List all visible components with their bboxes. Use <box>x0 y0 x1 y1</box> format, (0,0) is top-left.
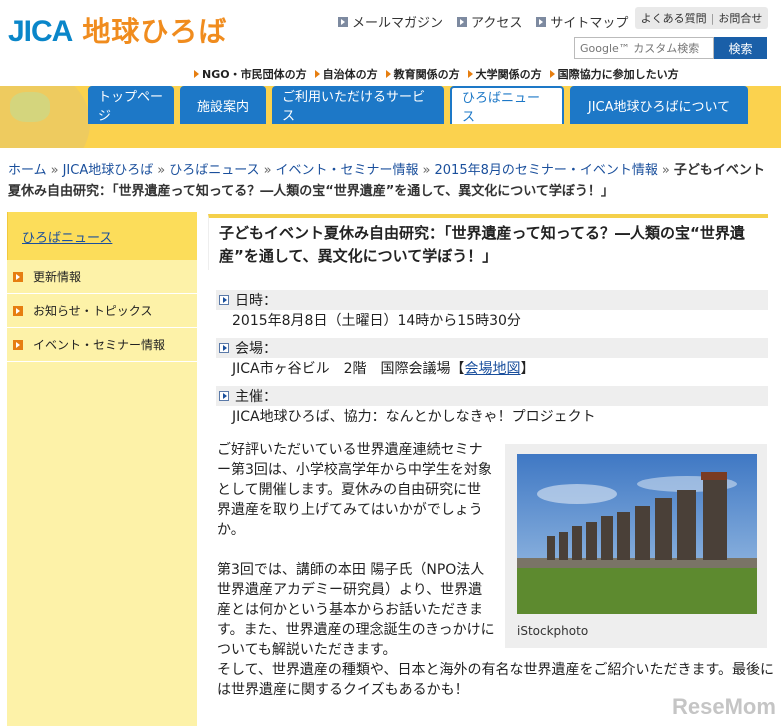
breadcrumb-events[interactable]: イベント・セミナー情報 <box>276 163 419 178</box>
host-value: JICA地球ひろば、協力：なんとかしなきゃ！プロジェクト <box>232 409 596 425</box>
sitemap-link[interactable]: サイトマップ <box>536 12 628 31</box>
breadcrumb-separator: » <box>50 163 59 178</box>
breadcrumb-news[interactable]: ひろばニュース <box>169 163 259 178</box>
audience-ngo[interactable]: NGO・市民団体の方 <box>194 66 307 82</box>
paragraph-2: 第3回では、講師の本田 陽子氏（NPO法人世界遺産アカデミー研究員）より、世界遺… <box>217 562 495 658</box>
breadcrumb-home[interactable]: ホーム <box>8 163 47 178</box>
search-input[interactable] <box>574 37 714 59</box>
triangle-icon <box>194 70 199 78</box>
divider: | <box>710 11 715 25</box>
photo-figure: iStockphoto <box>505 444 767 648</box>
tab-services[interactable]: ご利用いただけるサービス <box>272 86 444 124</box>
breadcrumb-separator: » <box>157 163 166 178</box>
main-nav: トップページ 施設案内 ご利用いただけるサービス ひろばニュース JICA地球ひ… <box>88 86 748 125</box>
venue-map-link[interactable]: 会場地図 <box>465 361 521 377</box>
sidebar-item-topics[interactable]: お知らせ・トピックス <box>7 294 197 328</box>
venue-value: JICA市ヶ谷ビル 2階 国際会議場【会場地図】 <box>232 361 535 377</box>
arrow-icon <box>219 343 229 353</box>
arrow-icon <box>536 16 547 27</box>
help-links: よくある質問 | お問合せ <box>635 7 768 29</box>
arrow-icon <box>338 16 348 27</box>
utility-links: メールマガジン アクセス サイトマップ <box>338 12 628 31</box>
audience-education[interactable]: 教育関係の方 <box>385 66 460 82</box>
host-label: 主催： <box>216 386 768 406</box>
breadcrumb-jica[interactable]: JICA地球ひろば <box>63 163 154 178</box>
venue-label: 会場： <box>216 338 768 358</box>
moai-photo <box>517 454 757 614</box>
audience-university[interactable]: 大学関係の方 <box>467 66 542 82</box>
resemom-watermark: ReseMom <box>672 694 776 719</box>
faq-link[interactable]: よくある質問 <box>641 10 707 26</box>
photo-caption: iStockphoto <box>517 624 589 638</box>
arrow-icon <box>13 305 23 316</box>
contact-link[interactable]: お問合せ <box>718 10 762 26</box>
paragraph-1: ご好評いただいている世界遺産連続セミナー第3回は、小学校高学年から中学生を対象と… <box>217 442 492 538</box>
article-body: ご好評いただいている世界遺産連続セミナー第3回は、小学校高学年から中学生を対象と… <box>217 440 495 660</box>
tab-top[interactable]: トップページ <box>88 86 174 124</box>
arrow-icon <box>219 295 229 305</box>
arrow-icon <box>13 271 23 282</box>
globe-land-decoration <box>10 92 50 122</box>
arrow-icon <box>13 339 23 350</box>
site-logo[interactable]: JICA 地球ひろば <box>8 10 227 50</box>
date-label: 日時： <box>216 290 768 310</box>
search-button[interactable]: 検索 <box>714 37 767 59</box>
tab-about[interactable]: JICA地球ひろばについて <box>570 86 748 124</box>
sidebar-title[interactable]: ひろばニュース <box>7 212 197 260</box>
breadcrumb-aug-2015[interactable]: 2015年8月のセミナー・イベント情報 <box>435 163 658 178</box>
triangle-icon <box>467 70 473 78</box>
logo-chikyu-hiroba: 地球ひろば <box>82 15 228 48</box>
audience-nav: NGO・市民団体の方 自治体の方 教育関係の方 大学関係の方 国際協力に参加した… <box>194 66 679 82</box>
breadcrumb-separator: » <box>661 163 670 178</box>
triangle-icon <box>549 70 555 78</box>
breadcrumb-separator: » <box>263 163 272 178</box>
tab-facility[interactable]: 施設案内 <box>180 86 266 124</box>
sidebar-item-events[interactable]: イベント・セミナー情報 <box>7 328 197 362</box>
date-value: 2015年8月8日（土曜日）14時から15時30分 <box>232 313 521 329</box>
audience-participate[interactable]: 国際協力に参加したい方 <box>549 66 679 82</box>
arrow-icon <box>457 16 468 27</box>
breadcrumb-separator: » <box>422 163 431 178</box>
sidebar: ひろばニュース 更新情報 お知らせ・トピックス イベント・セミナー情報 <box>7 212 197 726</box>
audience-municipality[interactable]: 自治体の方 <box>314 66 378 82</box>
breadcrumb: ホーム» JICA地球ひろば» ひろばニュース» イベント・セミナー情報» 2015年8… <box>8 160 776 202</box>
article-title: 子どもイベント夏休み自由研究：「世界遺産って知ってる？―人類の宝“世界遺産”を通… <box>208 214 768 270</box>
access-link[interactable]: アクセス <box>457 12 522 31</box>
mail-magazine-link[interactable]: メールマガジン <box>338 12 443 31</box>
triangle-icon <box>314 70 320 78</box>
triangle-icon <box>385 70 391 78</box>
logo-jica: JICA <box>8 15 73 48</box>
sidebar-item-updates[interactable]: 更新情報 <box>7 260 197 294</box>
moai-image <box>517 454 757 614</box>
tab-hiroba-news[interactable]: ひろばニュース <box>450 86 564 125</box>
arrow-icon <box>219 391 229 401</box>
